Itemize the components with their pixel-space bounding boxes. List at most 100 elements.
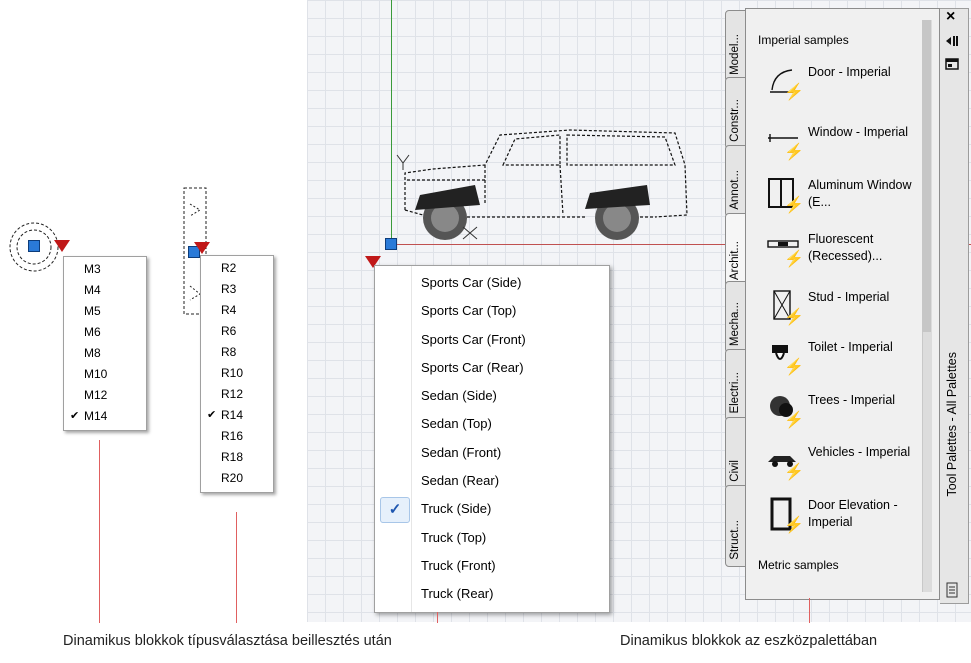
truck-block-drawing[interactable] bbox=[385, 125, 695, 250]
menu-item[interactable]: ✓ Truck (Side) bbox=[375, 495, 609, 524]
menu-item[interactable]: R4 bbox=[201, 300, 273, 321]
menu-item[interactable]: Sports Car (Side) bbox=[375, 269, 609, 297]
menu-item[interactable]: Sedan (Rear) bbox=[375, 467, 609, 495]
palette-tool-label: Stud - Imperial bbox=[808, 290, 890, 304]
insertion-grip[interactable] bbox=[385, 238, 397, 250]
palette-tool[interactable]: ⚡ Vehicles - Imperial bbox=[766, 444, 926, 492]
palette-tool[interactable]: ⚡ Door Elevation - Imperial bbox=[766, 497, 926, 545]
menu-item[interactable]: M4 bbox=[64, 280, 146, 301]
menu-item-label: M4 bbox=[84, 283, 101, 297]
menu-item[interactable]: ✔ M14 bbox=[64, 406, 146, 427]
palette-tab[interactable]: Electri... bbox=[725, 349, 747, 421]
menu-item[interactable]: R16 bbox=[201, 426, 273, 447]
menu-item[interactable]: R2 bbox=[201, 258, 273, 279]
palette-tool[interactable]: ⚡ Trees - Imperial bbox=[766, 392, 926, 440]
menu-item[interactable]: M6 bbox=[64, 322, 146, 343]
palette-tool-label: Trees - Imperial bbox=[808, 393, 896, 407]
menu-item[interactable]: R20 bbox=[201, 468, 273, 489]
palette-titlebar[interactable] bbox=[940, 8, 969, 604]
caption-left: Dinamikus blokkok típusválasztása beille… bbox=[63, 633, 392, 649]
palette-tab[interactable]: Constr... bbox=[725, 77, 747, 149]
dynamic-block-icon: ⚡ bbox=[784, 84, 804, 101]
menu-item[interactable]: M5 bbox=[64, 301, 146, 322]
section-imperial-samples: Imperial samples bbox=[758, 33, 849, 47]
palette-tab-label: Struct... bbox=[729, 520, 741, 560]
menu-item-label: R20 bbox=[221, 471, 244, 485]
menu-item-label: Sports Car (Rear) bbox=[421, 359, 524, 375]
menu-item[interactable]: Sports Car (Front) bbox=[375, 326, 609, 354]
palette-tool[interactable]: ⚡ Toilet - Imperial bbox=[766, 339, 926, 387]
menu-item[interactable]: Truck (Front) bbox=[375, 552, 609, 580]
menu-item[interactable]: M10 bbox=[64, 364, 146, 385]
menu-item-label: R12 bbox=[221, 387, 244, 401]
palette-tab-label: Constr... bbox=[729, 99, 741, 142]
palette-tool[interactable]: ⚡ Stud - Imperial bbox=[766, 289, 926, 337]
palette-tool[interactable]: ⚡ Fluorescent (Recessed)... bbox=[766, 231, 926, 279]
menu-item-label: Truck (Top) bbox=[421, 529, 487, 545]
trees-icon: ⚡ bbox=[766, 392, 804, 429]
palette-tab[interactable]: Annot... bbox=[725, 145, 747, 217]
palette-tab-label: Mecha... bbox=[729, 301, 741, 346]
palette-tool[interactable]: ⚡ Door - Imperial bbox=[766, 64, 926, 112]
menu-item[interactable]: Sports Car (Top) bbox=[375, 297, 609, 325]
menu-item-label: R14 bbox=[221, 408, 244, 422]
palette-tool[interactable]: ⚡ Aluminum Window (E... bbox=[766, 177, 926, 225]
menu-item[interactable]: R12 bbox=[201, 384, 273, 405]
dynamic-block-icon: ⚡ bbox=[784, 144, 804, 161]
menu-item-label: Sedan (Front) bbox=[421, 444, 502, 460]
auto-hide-icon[interactable] bbox=[944, 34, 960, 48]
bolt-insertion-grip[interactable] bbox=[28, 240, 40, 252]
menu-item-label: M8 bbox=[84, 346, 101, 360]
menu-item[interactable]: Sedan (Side) bbox=[375, 382, 609, 410]
properties-icon[interactable] bbox=[945, 58, 959, 70]
palette-settings-icon[interactable] bbox=[945, 582, 959, 598]
palette-tool-label: Door - Imperial bbox=[808, 65, 891, 79]
menu-item[interactable]: M3 bbox=[64, 259, 146, 280]
menu-item[interactable]: Sedan (Top) bbox=[375, 410, 609, 438]
menu-item-label: R2 bbox=[221, 261, 237, 275]
menu-item[interactable]: Truck (Top) bbox=[375, 524, 609, 552]
fluorescent-icon: ⚡ bbox=[766, 231, 804, 268]
menu-item[interactable]: R8 bbox=[201, 342, 273, 363]
menu-item-label: Sports Car (Front) bbox=[421, 331, 526, 347]
palette-tab-label: Model... bbox=[729, 34, 741, 75]
leader-line bbox=[809, 598, 810, 623]
menu-item-label: R6 bbox=[221, 324, 237, 338]
menu-item-label: M3 bbox=[84, 262, 101, 276]
menu-item[interactable]: Truck (Rear) bbox=[375, 580, 609, 608]
palette-tool[interactable]: ⚡ Window - Imperial bbox=[766, 124, 926, 172]
menu-item[interactable]: R6 bbox=[201, 321, 273, 342]
palette-tool-label: Window - Imperial bbox=[808, 125, 909, 139]
menu-item[interactable]: R18 bbox=[201, 447, 273, 468]
lookup-grip-radius[interactable] bbox=[194, 242, 210, 254]
menu-item-label: R16 bbox=[221, 429, 244, 443]
menu-item-label: R3 bbox=[221, 282, 237, 296]
palette-tab[interactable]: Civil bbox=[725, 417, 747, 489]
bolt-size-menu: M3 M4 M5 M6 M8 M10 M12 ✔ M14 bbox=[63, 256, 147, 431]
palette-tab[interactable]: Mecha... bbox=[725, 281, 747, 353]
menu-item[interactable]: M12 bbox=[64, 385, 146, 406]
vehicles-icon: ⚡ bbox=[766, 444, 804, 481]
menu-item-label: M5 bbox=[84, 304, 101, 318]
menu-item-label: M6 bbox=[84, 325, 101, 339]
menu-item-label: Sedan (Top) bbox=[421, 416, 492, 432]
dynamic-block-icon: ⚡ bbox=[784, 464, 804, 481]
door-icon: ⚡ bbox=[766, 64, 804, 101]
dynamic-block-icon: ⚡ bbox=[784, 309, 804, 326]
menu-item[interactable]: R3 bbox=[201, 279, 273, 300]
palette-tab-label: Archit... bbox=[729, 241, 741, 280]
menu-item[interactable]: R10 bbox=[201, 363, 273, 384]
menu-item[interactable]: Sports Car (Rear) bbox=[375, 354, 609, 382]
menu-item-label: R18 bbox=[221, 450, 244, 464]
menu-item-label: Sedan (Side) bbox=[421, 388, 497, 404]
menu-item[interactable]: M8 bbox=[64, 343, 146, 364]
palette-tab[interactable]: Struct... bbox=[725, 485, 747, 567]
palette-tool-label: Door Elevation - Imperial bbox=[808, 498, 898, 529]
lookup-grip-bolt[interactable] bbox=[54, 240, 70, 252]
section-metric-samples: Metric samples bbox=[758, 558, 839, 572]
palette-tab[interactable]: Model... bbox=[725, 10, 747, 82]
menu-item[interactable]: Sedan (Front) bbox=[375, 439, 609, 467]
palette-scroll-thumb[interactable] bbox=[922, 20, 931, 332]
close-icon[interactable]: × bbox=[946, 8, 955, 26]
menu-item[interactable]: ✔ R14 bbox=[201, 405, 273, 426]
